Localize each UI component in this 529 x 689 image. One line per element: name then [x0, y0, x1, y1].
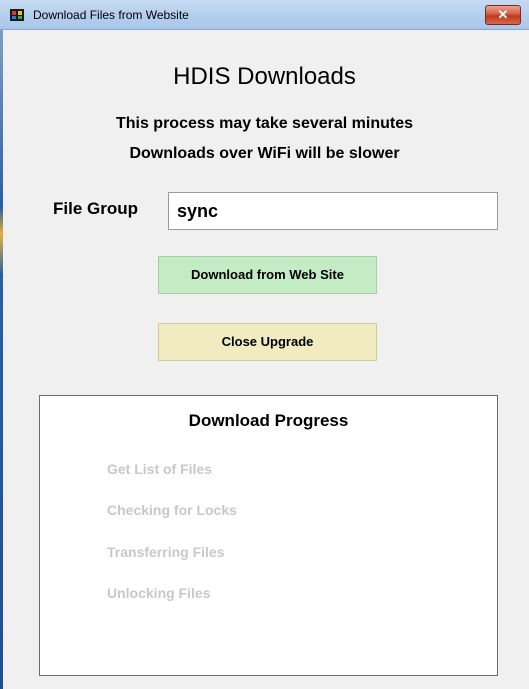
download-button[interactable]: Download from Web Site	[158, 256, 377, 294]
step-get-list: Get List of Files	[107, 461, 213, 477]
download-progress-panel: Download Progress Get List of Files Chec…	[39, 395, 498, 676]
step-check-locks: Checking for Locks	[107, 502, 237, 518]
notice-wifi: Downloads over WiFi will be slower	[129, 145, 400, 162]
close-icon: ✕	[497, 7, 509, 22]
app-icon	[10, 9, 24, 21]
window-close-button[interactable]: ✕	[485, 5, 521, 25]
download-window: Download Files from Website ✕ HDIS Downl…	[0, 0, 529, 689]
close-upgrade-button[interactable]: Close Upgrade	[158, 323, 377, 361]
title-bar[interactable]: Download Files from Website ✕	[0, 0, 529, 30]
file-group-input[interactable]	[168, 192, 498, 230]
notice-duration: This process may take several minutes	[115, 115, 414, 132]
page-title: HDIS Downloads	[173, 63, 356, 90]
step-transfer: Transferring Files	[107, 544, 225, 560]
step-unlock: Unlocking Files	[107, 585, 211, 601]
window-title: Download Files from Website	[33, 8, 189, 22]
file-group-label: File Group	[53, 199, 138, 218]
progress-title: Download Progress	[188, 411, 349, 430]
window-left-edge	[0, 0, 3, 689]
